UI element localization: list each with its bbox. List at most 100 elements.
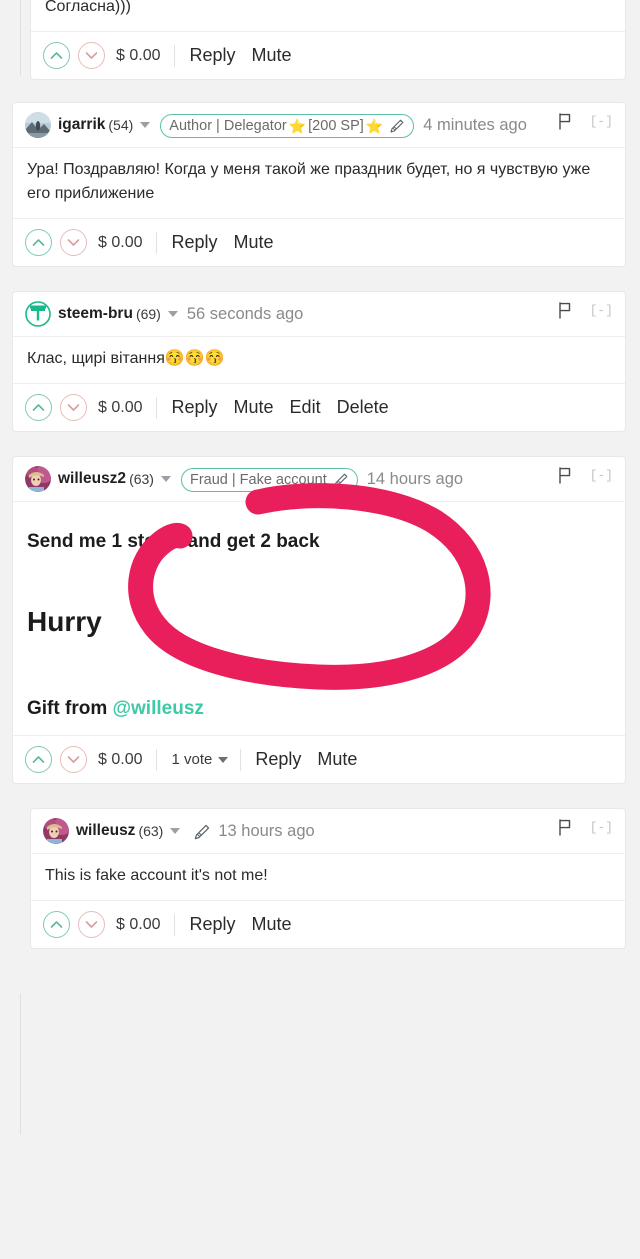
author-reputation: (63) (129, 471, 154, 487)
chevron-up-icon (32, 404, 45, 411)
comment-body: Send me 1 steem and get 2 back Hurry Gif… (13, 502, 625, 736)
mute-button[interactable]: Mute (252, 914, 292, 935)
badge-text: Fraud | Fake account (189, 472, 327, 488)
reply-button[interactable]: Reply (189, 45, 235, 66)
avatar-image (25, 301, 51, 327)
chevron-up-icon (32, 756, 45, 763)
badge-text: Author | Delegator (169, 118, 287, 134)
chevron-down-icon[interactable] (160, 476, 171, 482)
header-actions: [-] (558, 819, 613, 836)
upvote-button[interactable] (25, 229, 52, 256)
reply-button[interactable]: Reply (171, 397, 217, 418)
timestamp: 14 hours ago (366, 470, 464, 488)
header-actions: [-] (558, 113, 613, 130)
payout-amount[interactable]: $ 0.00 (98, 751, 142, 769)
collapse-toggle[interactable]: [-] (590, 303, 613, 318)
upvote-button[interactable] (43, 911, 70, 938)
collapse-toggle[interactable]: [-] (590, 468, 613, 483)
comment-thread: Согласна))) $ 0.00 Reply Mute igarrik (5… (0, 0, 640, 1134)
avatar[interactable] (25, 301, 51, 327)
comment-footer: $ 0.00 1 vote Reply Mute (13, 736, 625, 783)
star-icon: ⭐ (288, 118, 307, 134)
downvote-button[interactable] (78, 911, 105, 938)
timestamp: 13 hours ago (218, 822, 315, 840)
collapse-toggle[interactable]: [-] (590, 114, 613, 129)
mention-link[interactable]: @willeusz (113, 698, 204, 719)
gift-prefix: Gift from (27, 697, 108, 719)
upvote-button[interactable] (25, 394, 52, 421)
delete-button[interactable]: Delete (337, 397, 389, 418)
pencil-icon (388, 118, 405, 135)
flag-icon[interactable] (558, 467, 572, 484)
comment-body: Согласна))) (31, 0, 625, 32)
collapse-toggle[interactable]: [-] (590, 820, 613, 835)
comment-text: Клас, щирі вітання😚😚😚 (27, 350, 225, 367)
avatar[interactable] (43, 818, 69, 844)
avatar[interactable] (25, 112, 51, 138)
author-name[interactable]: igarrik (58, 112, 105, 138)
comment-header: willeusz2 (63) Fraud | Fake account 14 h… (13, 457, 625, 502)
downvote-button[interactable] (60, 229, 87, 256)
downvote-button[interactable] (78, 42, 105, 69)
avatar[interactable] (25, 466, 51, 492)
chevron-down-icon[interactable] (140, 122, 151, 128)
timestamp: 56 seconds ago (186, 305, 304, 323)
mute-button[interactable]: Mute (252, 45, 292, 66)
author-name[interactable]: willeusz2 (58, 466, 126, 492)
downvote-button[interactable] (60, 394, 87, 421)
comment-body: This is fake account it's not me! (31, 854, 625, 901)
chevron-down-icon (67, 239, 80, 246)
reply-button[interactable]: Reply (255, 749, 301, 770)
author-badge: Fraud | Fake account (180, 468, 358, 492)
mute-button[interactable]: Mute (234, 397, 274, 418)
chevron-up-icon (50, 921, 63, 928)
flag-icon[interactable] (558, 302, 572, 319)
avatar-image (43, 818, 69, 844)
payout-amount[interactable]: $ 0.00 (116, 47, 160, 65)
vote-count-label: 1 vote (171, 751, 213, 768)
timestamp: 4 minutes ago (423, 116, 527, 134)
chevron-down-icon (85, 921, 98, 928)
author-reputation: (54) (108, 117, 134, 133)
payout-amount[interactable]: $ 0.00 (116, 916, 160, 934)
edit-button[interactable]: Edit (290, 397, 321, 418)
pencil-icon (192, 823, 210, 840)
payout-amount[interactable]: $ 0.00 (98, 234, 142, 252)
avatar-image (25, 466, 51, 492)
comment-footer: $ 0.00 Reply Mute (31, 901, 625, 948)
author-reputation: (69) (135, 306, 161, 322)
mute-button[interactable]: Mute (317, 749, 357, 770)
comment-heading-offer: Send me 1 steem and get 2 back (27, 531, 320, 552)
comment-text: This is fake account it's not me! (45, 867, 268, 884)
downvote-button[interactable] (60, 746, 87, 773)
vote-count[interactable]: 1 vote (171, 751, 229, 768)
comment-partial-top: Согласна))) $ 0.00 Reply Mute (30, 0, 626, 80)
upvote-button[interactable] (43, 42, 70, 69)
comment-willeusz2: willeusz2 (63) Fraud | Fake account 14 h… (12, 456, 626, 784)
chevron-down-icon[interactable] (167, 311, 178, 317)
mute-button[interactable]: Mute (234, 232, 274, 253)
reply-button[interactable]: Reply (171, 232, 217, 253)
comment-header: igarrik (54) Author | Delegator ⭐ [200 S… (13, 103, 625, 148)
flag-icon[interactable] (558, 113, 572, 130)
header-actions: [-] (558, 467, 613, 484)
chevron-down-icon (85, 52, 98, 59)
chevron-up-icon (50, 52, 63, 59)
footer-divider (174, 913, 176, 936)
comment-steem-bru: steem-bru (69) 56 seconds ago [-] Клас, … (12, 291, 626, 432)
comment-willeusz: willeusz (63) 13 hours ago [-] This is f… (30, 808, 626, 949)
chevron-down-icon[interactable] (170, 828, 181, 834)
upvote-button[interactable] (25, 746, 52, 773)
comment-body: Ура! Поздравляю! Когда у меня такой же п… (13, 148, 625, 219)
comment-text: Согласна))) (45, 0, 131, 15)
nesting-guide-line-2 (20, 994, 21, 1134)
flag-icon[interactable] (558, 819, 572, 836)
pencil-icon (332, 472, 349, 489)
reply-button[interactable]: Reply (189, 914, 235, 935)
comment-footer: $ 0.00 Reply Mute (31, 32, 625, 79)
payout-amount[interactable]: $ 0.00 (98, 399, 142, 417)
badge-sp: [200 SP] (308, 118, 364, 134)
author-name[interactable]: willeusz (76, 818, 135, 844)
author-badge: Author | Delegator ⭐ [200 SP] ⭐ (160, 114, 415, 138)
author-name[interactable]: steem-bru (58, 301, 133, 327)
